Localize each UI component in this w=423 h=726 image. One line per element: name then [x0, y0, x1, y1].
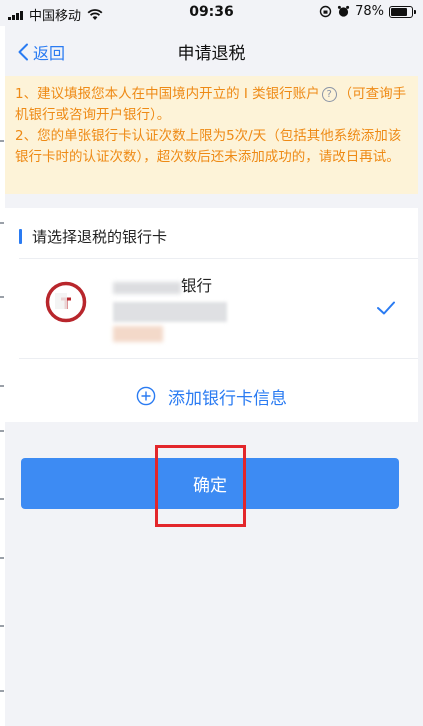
- add-bank-card-button[interactable]: 添加银行卡信息: [5, 376, 418, 416]
- section-accent-bar: [19, 229, 22, 244]
- edge-mark: [0, 430, 4, 432]
- bank-card-option[interactable]: 银行: [5, 258, 418, 358]
- battery-icon: [389, 5, 416, 18]
- page-title: 申请退税: [177, 44, 246, 64]
- edge-mark: [0, 498, 4, 500]
- edge-mark: [0, 385, 4, 387]
- edge-mark: [0, 557, 4, 559]
- edge-mark: [0, 140, 4, 142]
- section-heading: 请选择退税的银行卡: [19, 226, 167, 247]
- notice-line1-text: 1、建议填报您本人在中国境内开立的 I 类银行账户: [15, 86, 320, 102]
- question-circle-icon[interactable]: ?: [321, 86, 337, 102]
- alarm-icon: [337, 5, 350, 17]
- bank-name-redacted: [113, 282, 181, 294]
- notice-banner: 1、建议填报您本人在中国境内开立的 I 类银行账户? （可查询手机银行或咨询开户银…: [5, 76, 418, 194]
- battery-fill: [391, 7, 407, 16]
- confirm-button[interactable]: 确定: [21, 458, 399, 509]
- bank-logo-icon: [45, 281, 87, 323]
- account-detail-redacted: [113, 326, 163, 342]
- status-right-group: 78%: [319, 4, 416, 19]
- status-bar: 中国移动 09:36 78%: [0, 0, 423, 26]
- section-heading-text: 请选择退税的银行卡: [32, 228, 168, 246]
- bank-card-panel: 请选择退税的银行卡 银行 添加银行卡信息: [5, 208, 418, 422]
- rotation-lock-icon: [319, 5, 332, 18]
- edge-mark: [0, 296, 4, 298]
- confirm-label: 确定: [193, 476, 227, 496]
- plus-circle-icon: [136, 386, 156, 406]
- add-bank-card-label: 添加银行卡信息: [168, 388, 287, 409]
- account-number-redacted: [113, 302, 227, 322]
- edge-mark: [0, 625, 4, 627]
- bank-name: 银行: [181, 277, 213, 295]
- check-icon: [377, 301, 395, 315]
- battery-percent: 78%: [355, 4, 384, 19]
- notice-item-2: 2、您的单张银行卡认证次数上限为5次/天（包括其他系统添加该银行卡时的认证次数）…: [15, 128, 402, 165]
- notice-item-1: 1、建议填报您本人在中国境内开立的 I 类银行账户? （可查询手机银行或咨询开户银…: [15, 84, 408, 126]
- nav-bar: 返回 申请退税: [5, 28, 418, 74]
- edge-mark: [0, 222, 4, 224]
- edge-mark: [0, 690, 4, 692]
- divider: [19, 358, 418, 359]
